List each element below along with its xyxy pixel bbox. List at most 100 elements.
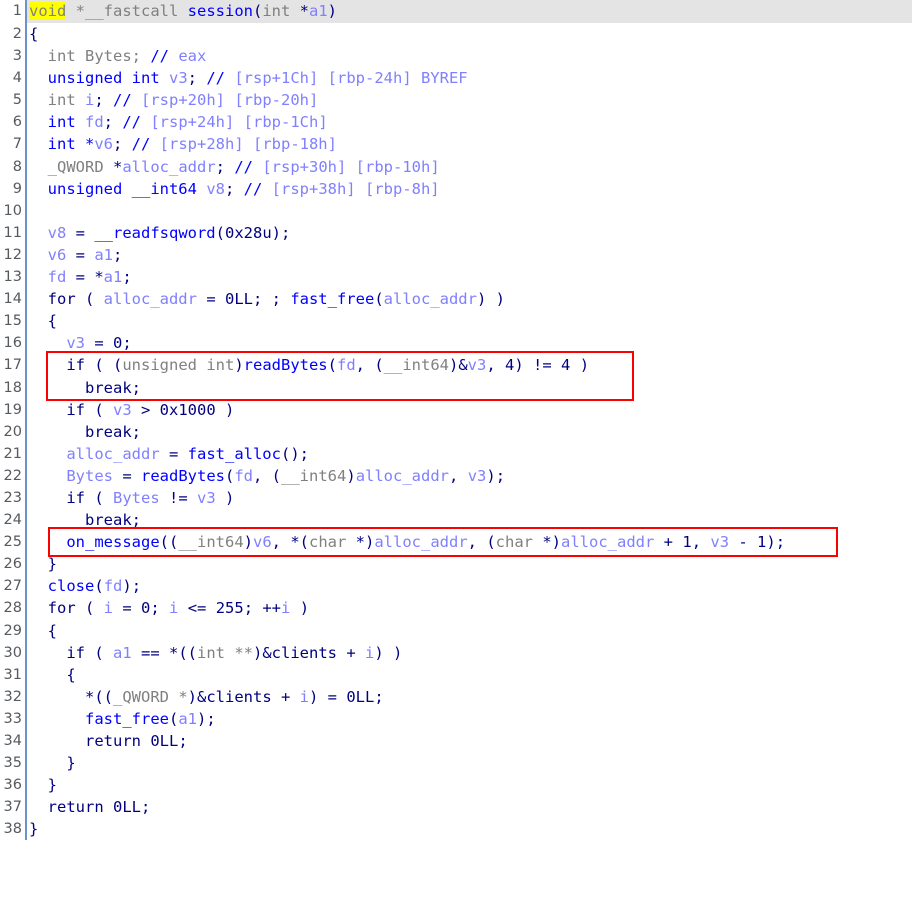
line-content[interactable]: close(fd);: [29, 575, 141, 597]
line-number: 22: [3, 467, 22, 484]
code-line[interactable]: 31 {: [0, 664, 912, 686]
line-number: 30: [3, 644, 22, 661]
line-content[interactable]: int Bytes; // eax: [29, 45, 207, 67]
line-content[interactable]: unsigned __int64 v8; // [rsp+38h] [rbp-8…: [29, 178, 440, 200]
code-line[interactable]: 16 v3 = 0;: [0, 332, 912, 354]
code-line[interactable]: 15 {: [0, 310, 912, 332]
line-number: 11: [3, 224, 22, 241]
line-content[interactable]: }: [29, 774, 57, 796]
line-content[interactable]: break;: [29, 421, 141, 443]
line-number: 1: [12, 3, 22, 19]
line-number: 29: [3, 622, 22, 639]
line-content[interactable]: break;: [29, 509, 141, 531]
line-content[interactable]: fd = *a1;: [29, 266, 132, 288]
line-content[interactable]: on_message((__int64)v6, *(char *)alloc_a…: [29, 531, 785, 553]
code-line[interactable]: 21 alloc_addr = fast_alloc();: [0, 443, 912, 465]
line-number: 14: [3, 291, 22, 308]
code-line[interactable]: 35 }: [0, 752, 912, 774]
line-content[interactable]: Bytes = readBytes(fd, (__int64)alloc_add…: [29, 465, 505, 487]
code-line[interactable]: 30 if ( a1 == *((int **)&clients + i) ): [0, 642, 912, 664]
line-content[interactable]: v3 = 0;: [29, 332, 131, 354]
code-line[interactable]: 37 return 0LL;: [0, 796, 912, 818]
line-content[interactable]: void *__fastcall session(int *a1): [29, 0, 337, 23]
line-content[interactable]: _QWORD *alloc_addr; // [rsp+30h] [rbp-10…: [29, 156, 440, 178]
line-content[interactable]: v8 = __readfsqword(0x28u);: [29, 222, 291, 244]
line-content[interactable]: if ( a1 == *((int **)&clients + i) ): [29, 642, 402, 664]
code-line[interactable]: 11 v8 = __readfsqword(0x28u);: [0, 222, 912, 244]
line-content[interactable]: alloc_addr = fast_alloc();: [29, 443, 309, 465]
line-number: 37: [3, 799, 22, 816]
line-content[interactable]: *((_QWORD *)&clients + i) = 0LL;: [29, 686, 384, 708]
line-content[interactable]: if ( Bytes != v3 ): [29, 487, 234, 509]
line-number: 4: [12, 70, 22, 87]
code-line[interactable]: 18 break;: [0, 377, 912, 399]
line-number: 3: [12, 48, 22, 65]
line-content[interactable]: for ( i = 0; i <= 255; ++i ): [29, 597, 309, 619]
code-line[interactable]: 14 for ( alloc_addr = 0LL; ; fast_free(a…: [0, 288, 912, 310]
code-line[interactable]: 20 break;: [0, 421, 912, 443]
line-number: 18: [3, 379, 22, 396]
line-number: 8: [12, 158, 22, 175]
line-content[interactable]: }: [29, 818, 38, 840]
code-line[interactable]: 26 }: [0, 553, 912, 575]
code-line[interactable]: 3 int Bytes; // eax: [0, 45, 912, 67]
line-number: 36: [3, 777, 22, 794]
code-line[interactable]: 7 int *v6; // [rsp+28h] [rbp-18h]: [0, 133, 912, 155]
code-line[interactable]: 23 if ( Bytes != v3 ): [0, 487, 912, 509]
line-number: 10: [3, 202, 22, 219]
decompiler-pseudocode-view[interactable]: 1 void *__fastcall session(int *a1) 2 { …: [0, 0, 912, 840]
code-line[interactable]: 34 return 0LL;: [0, 730, 912, 752]
line-content[interactable]: fast_free(a1);: [29, 708, 216, 730]
line-content[interactable]: v6 = a1;: [29, 244, 123, 266]
line-content[interactable]: }: [29, 553, 57, 575]
line-number: 23: [3, 489, 22, 506]
line-number: 17: [3, 357, 22, 374]
code-line[interactable]: 27 close(fd);: [0, 575, 912, 597]
code-line[interactable]: 13 fd = *a1;: [0, 266, 912, 288]
code-line[interactable]: 33 fast_free(a1);: [0, 708, 912, 730]
code-line[interactable]: 32 *((_QWORD *)&clients + i) = 0LL;: [0, 686, 912, 708]
code-line[interactable]: 25 on_message((__int64)v6, *(char *)allo…: [0, 531, 912, 553]
line-content[interactable]: {: [29, 620, 57, 642]
line-number: 28: [3, 600, 22, 617]
line-content[interactable]: break;: [29, 377, 141, 399]
line-content[interactable]: return 0LL;: [29, 796, 151, 818]
line-content[interactable]: if ( (unsigned int)readBytes(fd, (__int6…: [29, 354, 589, 376]
line-content[interactable]: if ( v3 > 0x1000 ): [29, 399, 234, 421]
code-line[interactable]: 10: [0, 200, 912, 222]
line-content[interactable]: }: [29, 752, 75, 774]
line-number: 13: [3, 269, 22, 286]
code-line[interactable]: 38 }: [0, 818, 912, 840]
code-line[interactable]: 6 int fd; // [rsp+24h] [rbp-1Ch]: [0, 111, 912, 133]
token-void-highlighted[interactable]: void: [29, 2, 67, 20]
line-content[interactable]: for ( alloc_addr = 0LL; ; fast_free(allo…: [29, 288, 505, 310]
line-content[interactable]: {: [29, 23, 38, 45]
line-content[interactable]: int i; // [rsp+20h] [rbp-20h]: [29, 89, 319, 111]
code-line[interactable]: 8 _QWORD *alloc_addr; // [rsp+30h] [rbp-…: [0, 156, 912, 178]
line-content[interactable]: return 0LL;: [29, 730, 188, 752]
code-line[interactable]: 29 {: [0, 620, 912, 642]
line-content[interactable]: unsigned int v3; // [rsp+1Ch] [rbp-24h] …: [29, 67, 468, 89]
code-line[interactable]: 22 Bytes = readBytes(fd, (__int64)alloc_…: [0, 465, 912, 487]
line-number: 21: [3, 445, 22, 462]
code-lines-container[interactable]: 1 void *__fastcall session(int *a1) 2 { …: [0, 0, 912, 840]
code-line[interactable]: 24 break;: [0, 509, 912, 531]
line-content[interactable]: int fd; // [rsp+24h] [rbp-1Ch]: [29, 111, 328, 133]
code-line[interactable]: 12 v6 = a1;: [0, 244, 912, 266]
line-number: 5: [12, 92, 22, 109]
line-content[interactable]: {: [29, 664, 75, 686]
code-line[interactable]: 28 for ( i = 0; i <= 255; ++i ): [0, 597, 912, 619]
line-number: 9: [12, 180, 22, 197]
code-line[interactable]: 17 if ( (unsigned int)readBytes(fd, (__i…: [0, 354, 912, 376]
line-number: 16: [3, 335, 22, 352]
code-line[interactable]: 2 {: [0, 23, 912, 45]
code-line[interactable]: 36 }: [0, 774, 912, 796]
code-line[interactable]: 19 if ( v3 > 0x1000 ): [0, 399, 912, 421]
line-content[interactable]: int *v6; // [rsp+28h] [rbp-18h]: [29, 133, 337, 155]
code-line[interactable]: 5 int i; // [rsp+20h] [rbp-20h]: [0, 89, 912, 111]
line-number: 19: [3, 401, 22, 418]
code-line[interactable]: 9 unsigned __int64 v8; // [rsp+38h] [rbp…: [0, 178, 912, 200]
code-line[interactable]: 4 unsigned int v3; // [rsp+1Ch] [rbp-24h…: [0, 67, 912, 89]
line-number: 33: [3, 710, 22, 727]
line-content[interactable]: {: [29, 310, 57, 332]
